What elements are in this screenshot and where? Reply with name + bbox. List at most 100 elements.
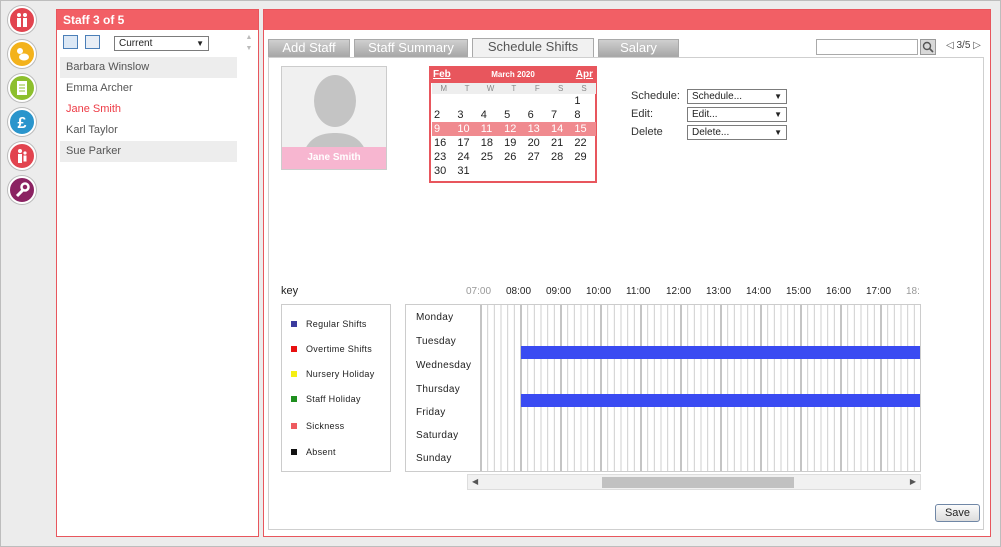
shift-bar[interactable] — [521, 346, 921, 359]
calendar-day[interactable]: 1 — [572, 94, 595, 108]
staff-list: Barbara Winslow Emma Archer Jane Smith Karl… — [60, 57, 237, 162]
staff-icon[interactable] — [8, 142, 36, 170]
app-window: £ Staff 3 of 5 Current ▼ ▲ ▼ Barbara Win… — [0, 0, 1001, 547]
action-select[interactable]: Edit... ▼ — [687, 107, 787, 122]
calendar-day — [502, 94, 525, 108]
calendar-day[interactable]: 8 — [572, 108, 595, 122]
staff-list-item[interactable]: Jane Smith — [60, 99, 237, 120]
tab-salary[interactable]: Salary — [598, 39, 679, 57]
day-label: Thursday — [416, 384, 461, 395]
calendar-day[interactable]: 2 — [432, 108, 455, 122]
baby-icon[interactable] — [8, 40, 36, 68]
time-label: 13:00 — [706, 286, 732, 297]
prev-staff-icon[interactable]: ◁ — [946, 40, 954, 51]
document-icon[interactable] — [8, 74, 36, 102]
calendar-day — [549, 94, 572, 108]
staff-list-item[interactable]: Emma Archer — [60, 78, 237, 99]
chevron-down-icon: ▼ — [774, 92, 782, 101]
calendar-day[interactable]: 9 — [432, 122, 456, 136]
calendar-day[interactable]: 31 — [455, 164, 478, 178]
key-swatch — [291, 396, 297, 402]
calendar-day — [455, 94, 478, 108]
calendar-day[interactable]: 16 — [432, 136, 455, 150]
calendar-day — [526, 94, 549, 108]
action-select[interactable]: Delete... ▼ — [687, 125, 787, 140]
grid-view-icon[interactable] — [85, 35, 100, 49]
calendar-weekday-label: W — [478, 83, 503, 94]
time-label: 07:00 — [466, 286, 492, 297]
calendar-day[interactable]: 25 — [479, 150, 502, 164]
next-staff-icon[interactable]: ▷ — [973, 40, 981, 51]
calendar-day[interactable]: 19 — [502, 136, 525, 150]
calendar-day[interactable]: 15 — [572, 122, 596, 136]
pound-icon[interactable]: £ — [8, 108, 36, 136]
day-label: Friday — [416, 407, 446, 418]
calendar-day — [572, 164, 595, 178]
horizontal-scrollbar[interactable]: ◀ ▶ — [467, 474, 921, 490]
calendar-day[interactable]: 24 — [455, 150, 478, 164]
time-label: 08:00 — [506, 286, 532, 297]
scroll-up-icon[interactable]: ▲ — [244, 34, 254, 42]
calendar-grid: M T W T F S S 1 2 3 4 5 6 7 8 9 10 11 12 13 14 15 16 17 18 19 20 21… — [431, 83, 596, 178]
calendar-day[interactable]: 7 — [549, 108, 572, 122]
calendar-next-link[interactable]: Apr — [576, 69, 593, 80]
key-label: Overtime Shifts — [306, 344, 373, 354]
search-button[interactable] — [920, 39, 936, 55]
calendar-day[interactable]: 17 — [455, 136, 478, 150]
scroll-right-icon[interactable]: ▶ — [910, 477, 916, 486]
calendar-day[interactable]: 26 — [502, 150, 525, 164]
family-icon[interactable] — [8, 6, 36, 34]
calendar-weekday-label: S — [572, 83, 596, 94]
calendar: Feb March 2020 Apr M T W T F S S 1 2 3 4 5 6 7 8 9 10 11 1… — [429, 66, 597, 183]
calendar-day[interactable]: 27 — [526, 150, 549, 164]
calendar-day[interactable]: 23 — [432, 150, 455, 164]
list-view-icon[interactable] — [63, 35, 78, 49]
day-label: Saturday — [416, 430, 459, 441]
time-label: 14:00 — [746, 286, 772, 297]
save-button[interactable]: Save — [935, 504, 980, 522]
staff-list-item[interactable]: Barbara Winslow — [60, 57, 237, 78]
calendar-day[interactable]: 30 — [432, 164, 455, 178]
calendar-day[interactable]: 21 — [549, 136, 572, 150]
shift-bar[interactable] — [521, 394, 921, 407]
calendar-day — [549, 164, 572, 178]
staff-list-item[interactable]: Karl Taylor — [60, 120, 237, 141]
calendar-day[interactable]: 6 — [526, 108, 549, 122]
key-label: Absent — [306, 447, 336, 457]
schedule-grid-lines — [480, 305, 921, 471]
staff-filter-value: Current — [119, 38, 153, 49]
calendar-day[interactable]: 29 — [572, 150, 595, 164]
calendar-day[interactable]: 3 — [455, 108, 478, 122]
calendar-day — [502, 164, 525, 178]
calendar-day[interactable]: 4 — [479, 108, 502, 122]
staff-filter-select[interactable]: Current ▼ — [114, 36, 209, 51]
calendar-day[interactable]: 18 — [479, 136, 502, 150]
staff-list-item[interactable]: Sue Parker — [60, 141, 237, 162]
calendar-day[interactable]: 20 — [526, 136, 549, 150]
calendar-day[interactable]: 11 — [478, 122, 503, 136]
action-select[interactable]: Schedule... ▼ — [687, 89, 787, 104]
tab-add-staff[interactable]: Add Staff — [268, 39, 350, 57]
time-label: 16:00 — [826, 286, 852, 297]
time-label: 11:00 — [626, 286, 651, 297]
search-input[interactable] — [816, 39, 918, 55]
calendar-day[interactable]: 5 — [502, 108, 525, 122]
calendar-day[interactable]: 12 — [502, 122, 526, 136]
wrench-icon[interactable] — [8, 176, 36, 204]
pager: ◁ 3/5 ▷ — [946, 40, 981, 51]
tab-schedule-shifts[interactable]: Schedule Shifts — [472, 38, 594, 58]
scrollbar-thumb[interactable] — [602, 477, 794, 488]
calendar-day[interactable]: 10 — [455, 122, 479, 136]
calendar-weekday-label: T — [502, 83, 526, 94]
calendar-day — [479, 164, 502, 178]
calendar-day[interactable]: 28 — [549, 150, 572, 164]
key-label: Staff Holiday — [306, 394, 361, 404]
key-swatch — [291, 449, 297, 455]
scroll-left-icon[interactable]: ◀ — [472, 477, 478, 486]
calendar-day[interactable]: 22 — [572, 136, 595, 150]
scroll-down-icon[interactable]: ▼ — [244, 45, 254, 53]
tab-staff-summary[interactable]: Staff Summary — [354, 39, 468, 57]
calendar-day[interactable]: 13 — [525, 122, 549, 136]
key-title: key — [281, 285, 299, 297]
calendar-day[interactable]: 14 — [548, 122, 573, 136]
